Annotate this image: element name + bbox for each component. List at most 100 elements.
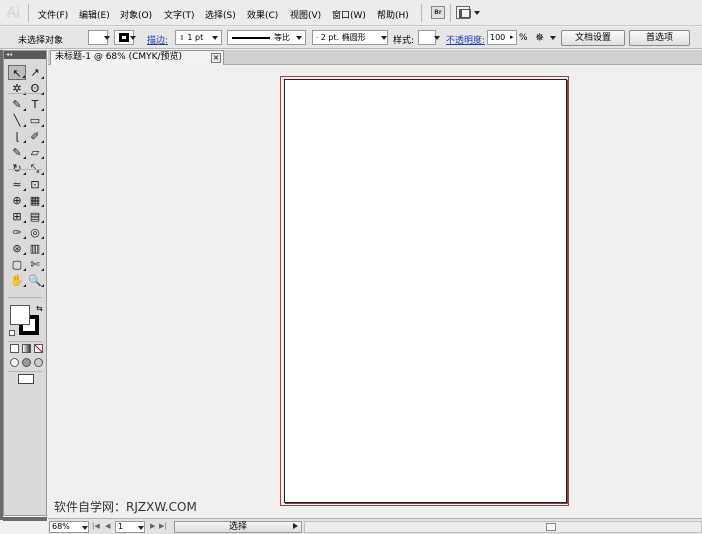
default-colors-icon[interactable]: [9, 330, 15, 336]
menu-window[interactable]: 窗口(W): [332, 8, 366, 21]
menu-separator: [421, 4, 422, 22]
bridge-button[interactable]: Br: [431, 6, 445, 19]
menu-select[interactable]: 选择(S): [205, 8, 236, 21]
brush-field[interactable]: · 2 pt. 椭圆形: [312, 30, 388, 45]
zoom-value: 68%: [52, 522, 70, 531]
draw-normal-icon[interactable]: [10, 358, 19, 367]
chevron-down-icon[interactable]: [434, 36, 440, 40]
tools-panel-header[interactable]: ◂◂: [4, 51, 46, 59]
line-segment-tool[interactable]: ╲: [8, 113, 26, 128]
stroke-link[interactable]: 描边:: [147, 33, 168, 46]
menu-separator: [28, 4, 29, 22]
canvas-area[interactable]: 软件自学网：RJZXW.COM: [48, 66, 702, 518]
menu-file[interactable]: 文件(F): [38, 8, 68, 21]
zoom-tool[interactable]: 🔍: [26, 273, 44, 288]
artboard[interactable]: [284, 79, 567, 503]
perspective-grid-tool[interactable]: ▦: [26, 193, 44, 208]
status-mode-label: 选择: [228, 522, 247, 532]
menu-view[interactable]: 视图(V): [290, 8, 321, 21]
control-bar: 未选择对象 描边: ⇕ 1 pt 等比 · 2 pt. 椭圆形 样式: 不透明度…: [0, 27, 702, 49]
opacity-unit: %: [519, 33, 528, 43]
chevron-down-icon[interactable]: [550, 36, 556, 40]
brush-value: 2 pt. 椭圆形: [320, 33, 366, 42]
shape-builder-tool[interactable]: ⊕: [8, 193, 26, 208]
workspace-edge: [3, 517, 47, 521]
column-graph-tool[interactable]: ▥: [26, 241, 44, 256]
menu-object[interactable]: 对象(O): [120, 8, 152, 21]
free-transform-tool[interactable]: ⊡: [26, 177, 44, 192]
rectangle-tool[interactable]: ▭: [26, 113, 44, 128]
screen-mode-icon[interactable]: [18, 374, 34, 384]
chevron-down-icon[interactable]: [381, 36, 387, 40]
watermark: 软件自学网：RJZXW.COM: [54, 500, 197, 514]
brush-dot-icon: ·: [316, 34, 319, 42]
menu-type[interactable]: 文字(T): [164, 8, 195, 21]
mesh-tool[interactable]: ⊞: [8, 209, 26, 224]
width-tool[interactable]: ≈: [8, 177, 26, 192]
first-artboard-icon[interactable]: |◀: [92, 522, 100, 530]
blob-brush-tool[interactable]: ✎: [8, 145, 26, 160]
artboard-number-value: 1: [118, 522, 124, 531]
menu-effect[interactable]: 效果(C): [247, 8, 278, 21]
status-bar: 68% |◀ ◀ 1 ▶ ▶| 选择 ◂: [48, 518, 702, 534]
stroke-square-icon: [119, 33, 129, 42]
eraser-tool[interactable]: ▱: [26, 145, 44, 160]
chevron-down-icon[interactable]: [296, 36, 302, 40]
fill-color-box[interactable]: [10, 305, 30, 325]
eyedropper-tool[interactable]: ✑: [8, 225, 26, 240]
menu-edit[interactable]: 编辑(E): [79, 8, 110, 21]
selection-tool[interactable]: ↖: [8, 65, 26, 80]
stepper-icon[interactable]: ⇕: [179, 34, 185, 42]
gradient-tool[interactable]: ▤: [26, 209, 44, 224]
draw-behind-icon[interactable]: [22, 358, 31, 367]
last-artboard-icon[interactable]: ▶|: [159, 522, 167, 530]
pen-tool[interactable]: ✎: [8, 97, 26, 112]
next-artboard-icon[interactable]: ▶: [150, 522, 155, 530]
type-tool[interactable]: T: [26, 97, 44, 112]
opacity-link[interactable]: 不透明度:: [446, 33, 485, 46]
chevron-down-icon[interactable]: [138, 526, 144, 530]
status-mode-button[interactable]: 选择: [174, 521, 302, 533]
chevron-down-icon[interactable]: [212, 36, 218, 40]
symbol-sprayer-tool[interactable]: ⊛: [8, 241, 26, 256]
play-icon[interactable]: [293, 523, 298, 529]
tool-divider: [8, 93, 42, 94]
draw-inside-icon[interactable]: [34, 358, 43, 367]
stroke-profile-field[interactable]: 等比: [227, 30, 306, 45]
menu-help[interactable]: 帮助(H): [377, 8, 409, 21]
paintbrush-tool[interactable]: ɭ: [8, 129, 26, 144]
stroke-line-icon: [232, 37, 270, 39]
stroke-profile-value: 等比: [274, 33, 290, 42]
tool-divider: [8, 341, 42, 342]
opacity-value: 100: [490, 33, 506, 42]
menu-bar: Ai 文件(F) 编辑(E) 对象(O) 文字(T) 选择(S) 效果(C) 视…: [0, 0, 702, 26]
pencil-tool[interactable]: ✐: [26, 129, 44, 144]
preferences-button[interactable]: 首选项: [629, 30, 690, 46]
prev-artboard-icon[interactable]: ◀: [105, 522, 110, 530]
blend-tool[interactable]: ◎: [26, 225, 44, 240]
recolor-artwork-icon[interactable]: ✵: [535, 31, 551, 45]
direct-selection-tool[interactable]: ↗: [26, 65, 44, 80]
document-tab[interactable]: 未标题-1 @ 68% (CMYK/预览) ×: [50, 50, 224, 65]
document-tab-title: 未标题-1 @ 68% (CMYK/预览): [55, 52, 183, 62]
gradient-mode-icon[interactable]: [22, 344, 31, 353]
opacity-arrow-icon[interactable]: ▸: [510, 33, 514, 41]
document-setup-button[interactable]: 文档设置: [561, 30, 625, 46]
slice-tool[interactable]: ✄: [26, 257, 44, 272]
close-icon[interactable]: ×: [211, 53, 221, 63]
none-mode-icon[interactable]: [34, 344, 43, 353]
horizontal-scrollbar[interactable]: [304, 521, 702, 533]
arrange-documents-icon[interactable]: [456, 6, 471, 19]
hand-tool[interactable]: ✋: [8, 273, 26, 288]
tool-divider: [8, 371, 42, 372]
color-mode-icon[interactable]: [10, 344, 19, 353]
chevron-down-icon[interactable]: [130, 36, 136, 40]
stroke-weight-value: 1 pt: [187, 33, 204, 42]
menu-separator: [450, 4, 451, 22]
swap-fill-stroke-icon[interactable]: ⇆: [36, 304, 43, 313]
chevron-down-icon[interactable]: [104, 36, 110, 40]
artboard-tool[interactable]: ▢: [8, 257, 26, 272]
scrollbar-thumb[interactable]: [546, 523, 556, 531]
chevron-down-icon[interactable]: [474, 11, 480, 15]
chevron-down-icon[interactable]: [82, 526, 88, 530]
